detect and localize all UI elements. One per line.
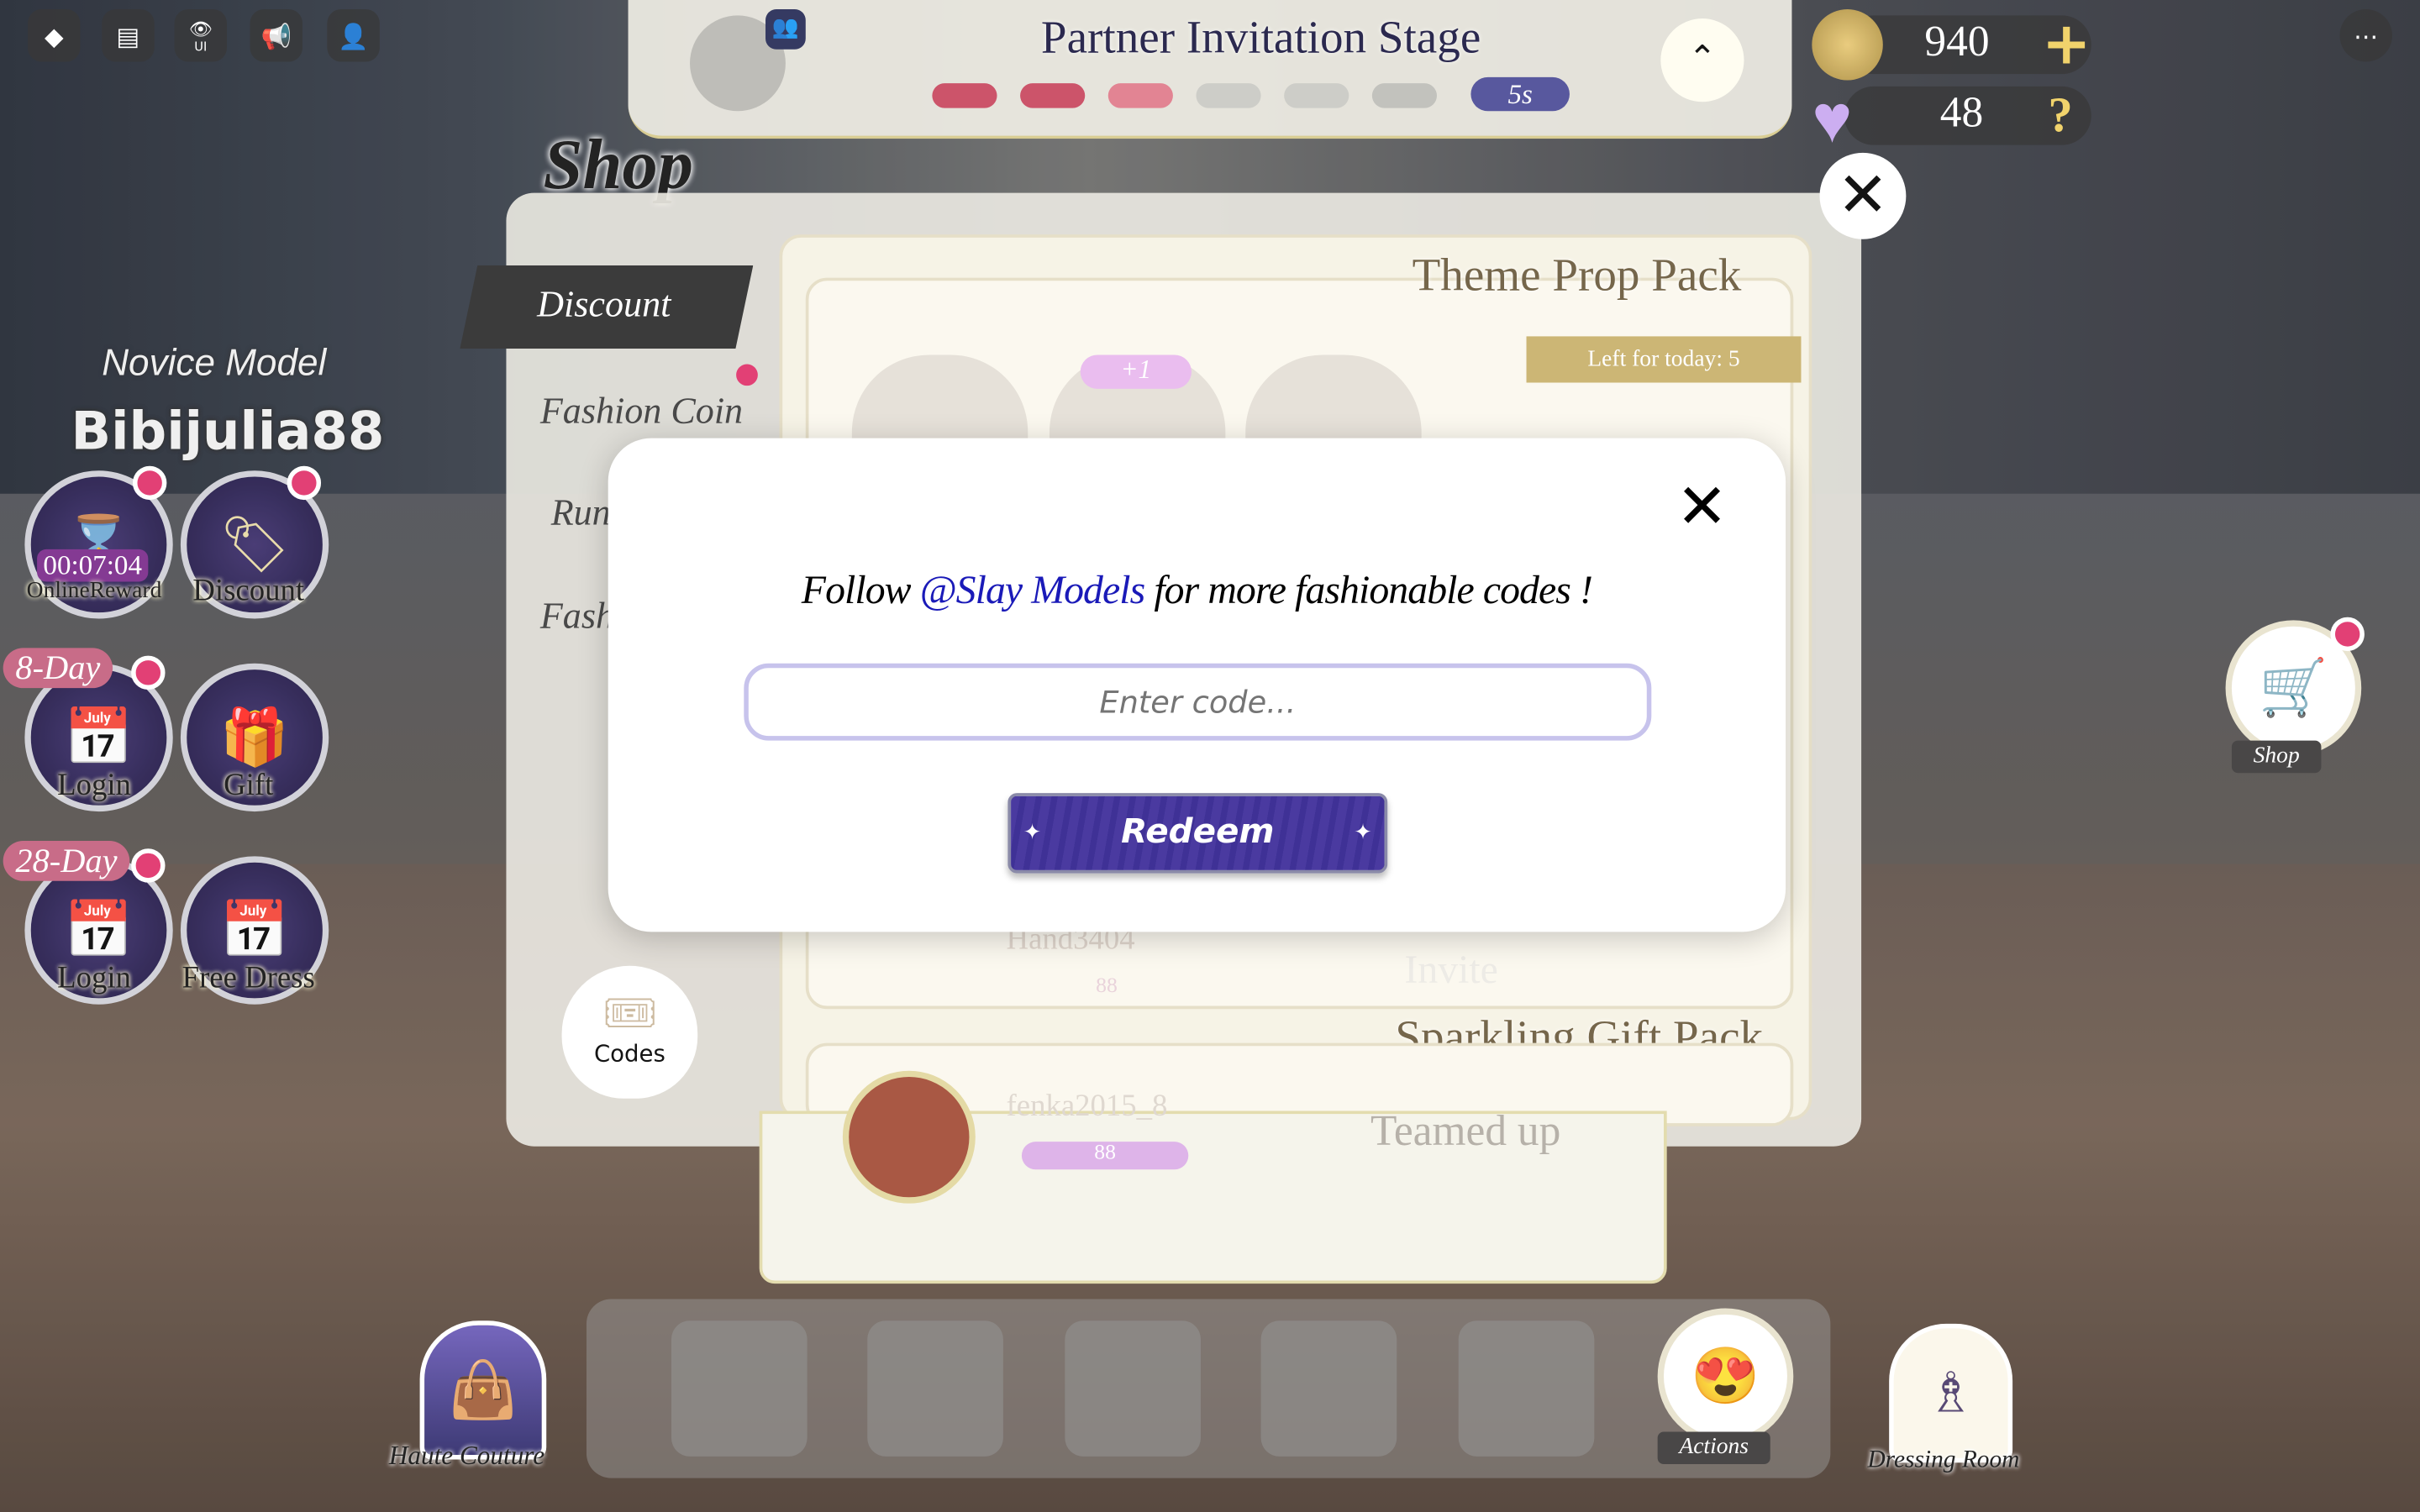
redeem-button[interactable]: ✦ Redeem ✦ [1007, 793, 1388, 874]
follow-text-suffix: for more fashionable codes ! [1144, 567, 1593, 613]
redeem-label: Redeem [1121, 812, 1275, 852]
game-screen: ◆ ▤ 👁 UI 📢 👤 ⋯ 👥 Partner Invitation Stage… [0, 0, 2420, 1512]
redeem-code-dialog: ✕ Follow @Slay Models for more fashionab… [608, 438, 1786, 932]
sparkle-icon: ✦ [1354, 821, 1372, 846]
follow-message: Follow @Slay Models for more fashionable… [608, 568, 1786, 614]
code-input[interactable] [744, 663, 1652, 741]
dialog-close-button[interactable]: ✕ [1676, 472, 1728, 543]
group-handle-link[interactable]: @Slay Models [920, 568, 1146, 612]
follow-text: Follow [801, 567, 920, 613]
sparkle-icon: ✦ [1023, 821, 1042, 846]
